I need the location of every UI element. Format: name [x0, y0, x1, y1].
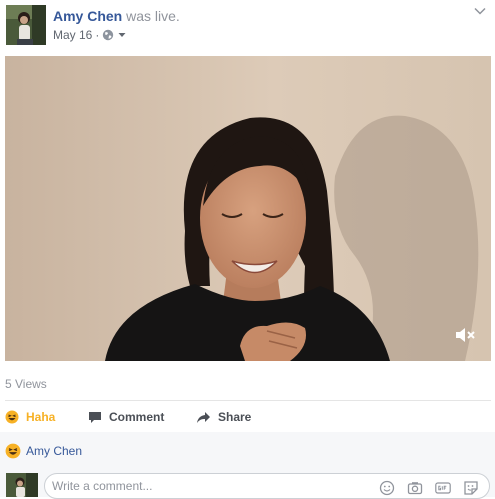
globe-icon[interactable]: [102, 29, 114, 41]
post-header: Amy Chen was live. May 16 ·: [0, 0, 495, 56]
comment-input[interactable]: [45, 474, 372, 498]
post-date[interactable]: May 16: [53, 28, 92, 42]
reaction-summary[interactable]: Amy Chen: [5, 443, 82, 459]
haha-emoji-icon: [5, 443, 21, 459]
haha-reaction-button[interactable]: Haha: [5, 404, 55, 430]
share-icon: [197, 411, 210, 423]
video-frame: [5, 56, 491, 361]
reactor-names-link[interactable]: Amy Chen: [26, 444, 82, 458]
comment-button[interactable]: Comment: [88, 404, 164, 430]
reactions-and-comments: Amy Chen: [0, 432, 495, 499]
stats-divider: [5, 400, 491, 401]
author-name-link[interactable]: Amy Chen: [53, 8, 122, 24]
post-actions: Haha Comment Share: [5, 404, 491, 430]
commenter-avatar[interactable]: [6, 473, 38, 497]
share-button[interactable]: Share: [196, 404, 251, 430]
gif-icon[interactable]: [435, 480, 451, 496]
post-author-line: Amy Chen was live.: [53, 8, 180, 24]
live-video[interactable]: [5, 56, 491, 361]
camera-icon[interactable]: [407, 480, 423, 496]
date-separator: ·: [95, 28, 100, 42]
view-count[interactable]: 5 Views: [5, 377, 47, 391]
comment-label: Comment: [109, 410, 165, 424]
share-label: Share: [218, 410, 252, 424]
author-avatar[interactable]: [6, 5, 46, 45]
audience-chevron-icon[interactable]: [117, 30, 127, 40]
chevron-down-icon[interactable]: [473, 4, 487, 18]
emoji-icon[interactable]: [379, 480, 395, 496]
post-action-text: was live.: [126, 8, 180, 24]
comment-composer[interactable]: [44, 473, 490, 499]
comment-icon: [89, 411, 101, 423]
post-meta: May 16 ·: [53, 28, 127, 42]
speaker-muted-icon[interactable]: [455, 327, 475, 343]
haha-emoji-icon: [5, 410, 19, 424]
sticker-icon[interactable]: [463, 480, 479, 496]
haha-label: Haha: [26, 410, 56, 424]
